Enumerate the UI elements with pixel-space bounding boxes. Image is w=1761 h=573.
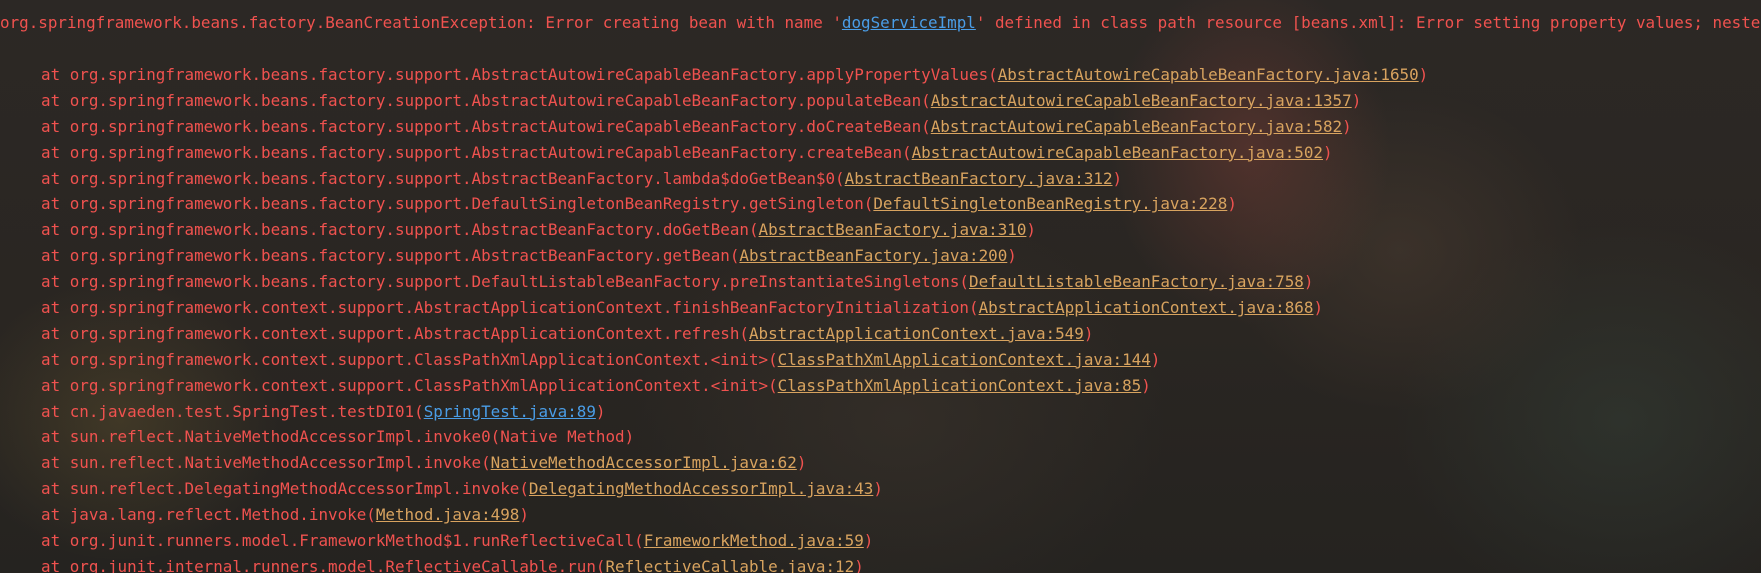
frame-method: at sun.reflect.NativeMethodAccessorImpl.…: [41, 427, 635, 447]
frame-source-link[interactable]: AbstractAutowireCapableBeanFactory.java:…: [931, 91, 1352, 110]
frame-close-paren: ): [1418, 65, 1429, 84]
frame-source-link[interactable]: AbstractBeanFactory.java:200: [739, 246, 1007, 265]
frame-source-link[interactable]: AbstractBeanFactory.java:312: [845, 169, 1113, 188]
frame-method: at cn.javaeden.test.SpringTest.testDI01(: [41, 401, 424, 421]
stack-frame: at org.springframework.context.support.C…: [41, 373, 1428, 399]
stack-frame: at org.springframework.beans.factory.sup…: [41, 140, 1428, 166]
frame-method: at org.springframework.beans.factory.sup…: [41, 246, 740, 266]
frame-close-paren: ): [873, 479, 883, 499]
console-output[interactable]: org.springframework.beans.factory.BeanCr…: [0, 0, 1761, 573]
frame-source-link[interactable]: NativeMethodAccessorImpl.java:62: [491, 453, 797, 472]
frame-close-paren: ): [595, 401, 606, 421]
frame-method: at org.springframework.beans.factory.sup…: [41, 90, 931, 110]
exception-message: org.springframework.beans.factory.BeanCr…: [0, 10, 1761, 36]
frame-close-paren: ): [1083, 323, 1094, 343]
frame-method: at org.springframework.beans.factory.sup…: [41, 65, 998, 84]
frame-source-link[interactable]: AbstractApplicationContext.java:868: [979, 298, 1314, 317]
stack-frame: at org.springframework.beans.factory.sup…: [41, 166, 1428, 192]
frame-close-paren: ): [1141, 375, 1151, 395]
frame-close-paren: ): [1323, 142, 1333, 162]
frame-close-paren: ): [1342, 116, 1352, 136]
frame-source-link[interactable]: SpringTest.java:89: [424, 402, 596, 421]
stack-frame: at org.springframework.context.support.A…: [41, 295, 1428, 321]
stack-frame: at org.springframework.context.support.C…: [41, 347, 1428, 373]
stack-frame: at cn.javaeden.test.SpringTest.testDI01(…: [41, 399, 1428, 425]
frame-source-link[interactable]: AbstractAutowireCapableBeanFactory.java:…: [912, 143, 1323, 162]
frame-method: at java.lang.reflect.Method.invoke(: [41, 505, 376, 525]
frame-close-paren: ): [1026, 220, 1036, 240]
stack-frame: at org.springframework.beans.factory.sup…: [41, 243, 1428, 269]
stack-frame: at org.junit.internal.runners.model.Refl…: [41, 554, 1428, 573]
frame-close-paren: ): [519, 505, 529, 525]
frame-source-link[interactable]: DefaultListableBeanFactory.java:758: [969, 272, 1304, 291]
frame-method: at org.springframework.context.support.A…: [41, 323, 749, 343]
frame-source-link[interactable]: ClassPathXmlApplicationContext.java:144: [778, 350, 1151, 369]
frame-method: at org.junit.runners.model.FrameworkMeth…: [41, 531, 644, 551]
frame-method: at org.springframework.beans.factory.sup…: [41, 116, 931, 136]
frame-method: at org.junit.internal.runners.model.Refl…: [41, 556, 606, 573]
frame-method: at org.springframework.beans.factory.sup…: [41, 220, 759, 240]
frame-method: at org.springframework.beans.factory.sup…: [41, 168, 845, 188]
frame-method: at sun.reflect.DelegatingMethodAccessorI…: [41, 479, 529, 499]
frame-source-link[interactable]: FrameworkMethod.java:59: [644, 531, 864, 550]
stack-frame: at sun.reflect.DelegatingMethodAccessorI…: [41, 476, 1428, 502]
frame-close-paren: ): [1227, 194, 1237, 214]
frame-method: at org.springframework.beans.factory.sup…: [41, 194, 874, 214]
frame-source-link[interactable]: AbstractApplicationContext.java:549: [749, 324, 1084, 343]
stack-frame: at org.springframework.beans.factory.sup…: [41, 114, 1428, 140]
frame-source-link[interactable]: AbstractBeanFactory.java:310: [759, 220, 1027, 239]
frame-source-link[interactable]: DefaultSingletonBeanRegistry.java:228: [873, 194, 1227, 213]
frame-close-paren: ): [863, 531, 874, 551]
stack-frame: at org.junit.runners.model.FrameworkMeth…: [41, 528, 1428, 554]
frame-source-link[interactable]: AbstractAutowireCapableBeanFactory.java:…: [931, 117, 1342, 136]
frame-method: at org.springframework.beans.factory.sup…: [41, 142, 912, 162]
frame-method: at org.springframework.context.support.C…: [41, 375, 778, 395]
stack-frame: at org.springframework.beans.factory.sup…: [41, 191, 1428, 217]
stack-frame: at org.springframework.beans.factory.sup…: [41, 217, 1428, 243]
frame-source-link[interactable]: DelegatingMethodAccessorImpl.java:43: [529, 479, 873, 498]
frame-method: at org.springframework.context.support.A…: [41, 298, 979, 318]
frame-source-link[interactable]: AbstractAutowireCapableBeanFactory.java:…: [998, 65, 1419, 84]
stack-frame: at org.springframework.context.support.A…: [41, 321, 1428, 347]
exception-prefix: org.springframework.beans.factory.BeanCr…: [0, 13, 842, 32]
frame-close-paren: ): [1313, 298, 1324, 318]
frame-close-paren: ): [1112, 168, 1123, 188]
frame-close-paren: ): [796, 453, 807, 473]
stack-frame: at org.springframework.beans.factory.sup…: [41, 62, 1428, 88]
stack-frame: at sun.reflect.NativeMethodAccessorImpl.…: [41, 450, 1428, 476]
stack-frame: at org.springframework.beans.factory.sup…: [41, 269, 1428, 295]
stack-frame: at org.springframework.beans.factory.sup…: [41, 88, 1428, 114]
frame-source-link[interactable]: Method.java:498: [376, 505, 520, 524]
stack-frame: at java.lang.reflect.Method.invoke(Metho…: [41, 502, 1428, 528]
frame-source-link[interactable]: ReflectiveCallable.java:12: [605, 557, 854, 573]
frame-close-paren: ): [1007, 246, 1017, 266]
frame-close-paren: ): [1351, 90, 1362, 110]
frame-method: at sun.reflect.NativeMethodAccessorImpl.…: [41, 453, 491, 473]
frame-source-link[interactable]: ClassPathXmlApplicationContext.java:85: [778, 376, 1142, 395]
frame-method: at org.springframework.beans.factory.sup…: [41, 272, 969, 292]
stack-trace: at org.springframework.beans.factory.sup…: [41, 62, 1428, 573]
frame-close-paren: ): [1150, 349, 1161, 369]
bean-name-link[interactable]: dogServiceImpl: [842, 13, 976, 32]
frame-close-paren: ): [1303, 272, 1314, 292]
stack-frame: at sun.reflect.NativeMethodAccessorImpl.…: [41, 424, 1428, 450]
frame-close-paren: ): [854, 556, 864, 573]
exception-suffix: ' defined in class path resource [beans.…: [975, 13, 1761, 32]
frame-method: at org.springframework.context.support.C…: [41, 349, 778, 369]
